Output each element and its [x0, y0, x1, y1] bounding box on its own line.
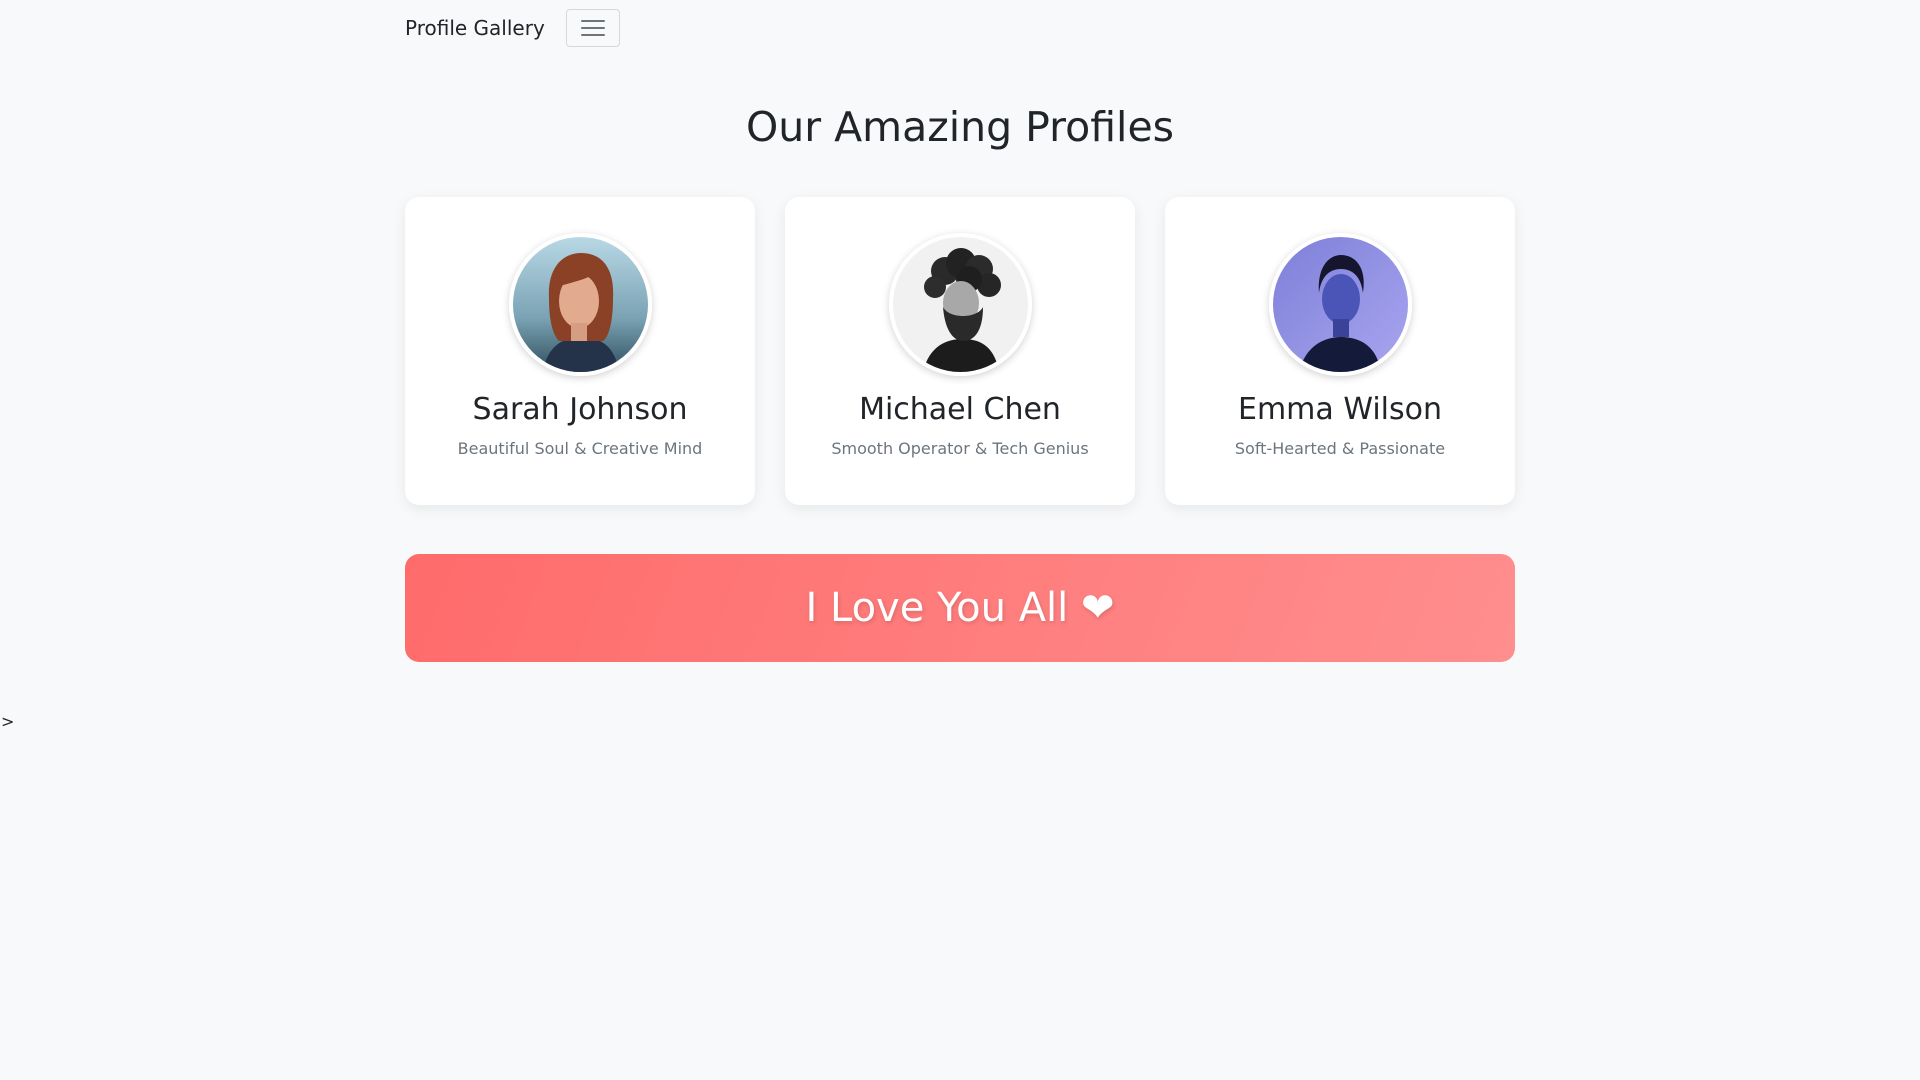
avatar-sarah	[508, 233, 652, 376]
navbar: Profile Gallery	[405, 8, 1515, 48]
avatar-michael	[888, 233, 1032, 376]
navbar-brand[interactable]: Profile Gallery	[405, 8, 545, 48]
avatar-emma	[1268, 233, 1412, 376]
navbar-toggler-button[interactable]	[565, 9, 620, 47]
profile-tagline: Soft-Hearted & Passionate	[1234, 439, 1446, 458]
profile-card-sarah: Sarah Johnson Beautiful Soul & Creative …	[405, 197, 755, 505]
profile-name: Sarah Johnson	[472, 392, 688, 427]
profile-tagline: Smooth Operator & Tech Genius	[831, 439, 1089, 458]
love-banner: I Love You All ❤	[405, 554, 1515, 662]
profile-cards: Sarah Johnson Beautiful Soul & Creative …	[405, 197, 1515, 505]
hamburger-menu-icon	[580, 18, 606, 38]
profile-name: Michael Chen	[859, 392, 1061, 427]
profile-tagline: Beautiful Soul & Creative Mind	[457, 439, 703, 458]
profile-card-emma: Emma Wilson Soft-Hearted & Passionate	[1165, 197, 1515, 505]
profile-name: Emma Wilson	[1238, 392, 1442, 427]
stray-text: >	[1, 712, 15, 731]
page-title: Our Amazing Profiles	[745, 103, 1175, 151]
love-banner-text: I Love You All ❤	[805, 585, 1115, 631]
profile-card-michael: Michael Chen Smooth Operator & Tech Geni…	[785, 197, 1135, 505]
